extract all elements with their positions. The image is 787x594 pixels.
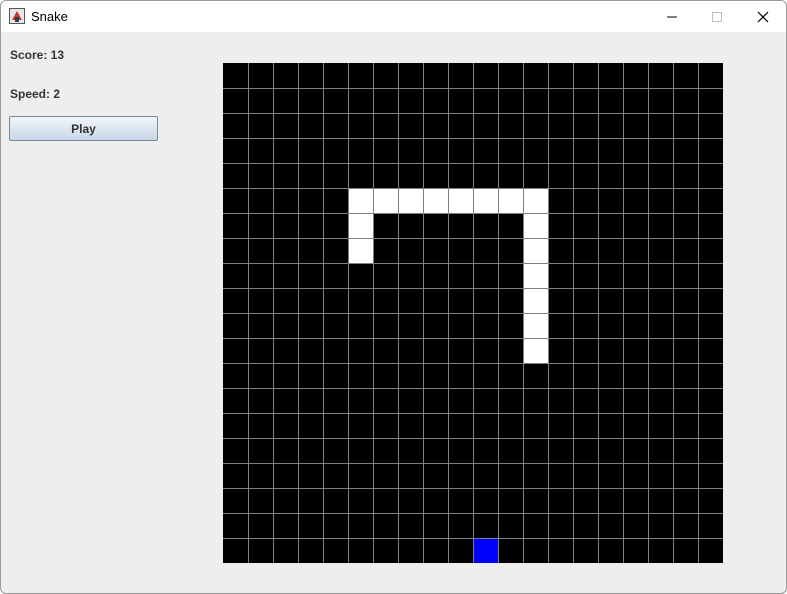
maximize-icon <box>712 11 722 22</box>
snake-segment <box>423 188 448 213</box>
title-bar[interactable]: Snake <box>1 1 786 32</box>
minimize-button[interactable] <box>649 1 695 32</box>
snake-segment <box>523 263 548 288</box>
snake-segment <box>448 188 473 213</box>
food-cell <box>473 538 498 563</box>
speed-label: Speed: 2 <box>10 87 61 101</box>
snake-segment <box>498 188 523 213</box>
snake-segment <box>473 188 498 213</box>
java-app-icon <box>9 8 25 24</box>
snake-segment <box>523 288 548 313</box>
close-button[interactable] <box>740 1 786 32</box>
snake-segment <box>523 313 548 338</box>
maximize-button[interactable] <box>694 1 740 32</box>
game-board[interactable] <box>223 63 723 563</box>
snake-segment <box>398 188 423 213</box>
window-title: Snake <box>31 9 68 24</box>
game-window: Snake Score: 13 Speed: 2 Play <box>0 0 787 594</box>
board-canvas <box>223 63 723 563</box>
play-button[interactable]: Play <box>9 116 158 141</box>
snake-segment <box>523 188 548 213</box>
snake-segment <box>523 213 548 238</box>
snake-segment <box>348 188 373 213</box>
score-label: Score: 13 <box>10 48 65 62</box>
close-icon <box>757 11 769 22</box>
snake-segment <box>523 338 548 363</box>
snake-segment <box>523 238 548 263</box>
snake-segment <box>373 188 398 213</box>
snake-segment <box>348 238 373 263</box>
minimize-icon <box>667 16 677 17</box>
snake-segment <box>348 213 373 238</box>
